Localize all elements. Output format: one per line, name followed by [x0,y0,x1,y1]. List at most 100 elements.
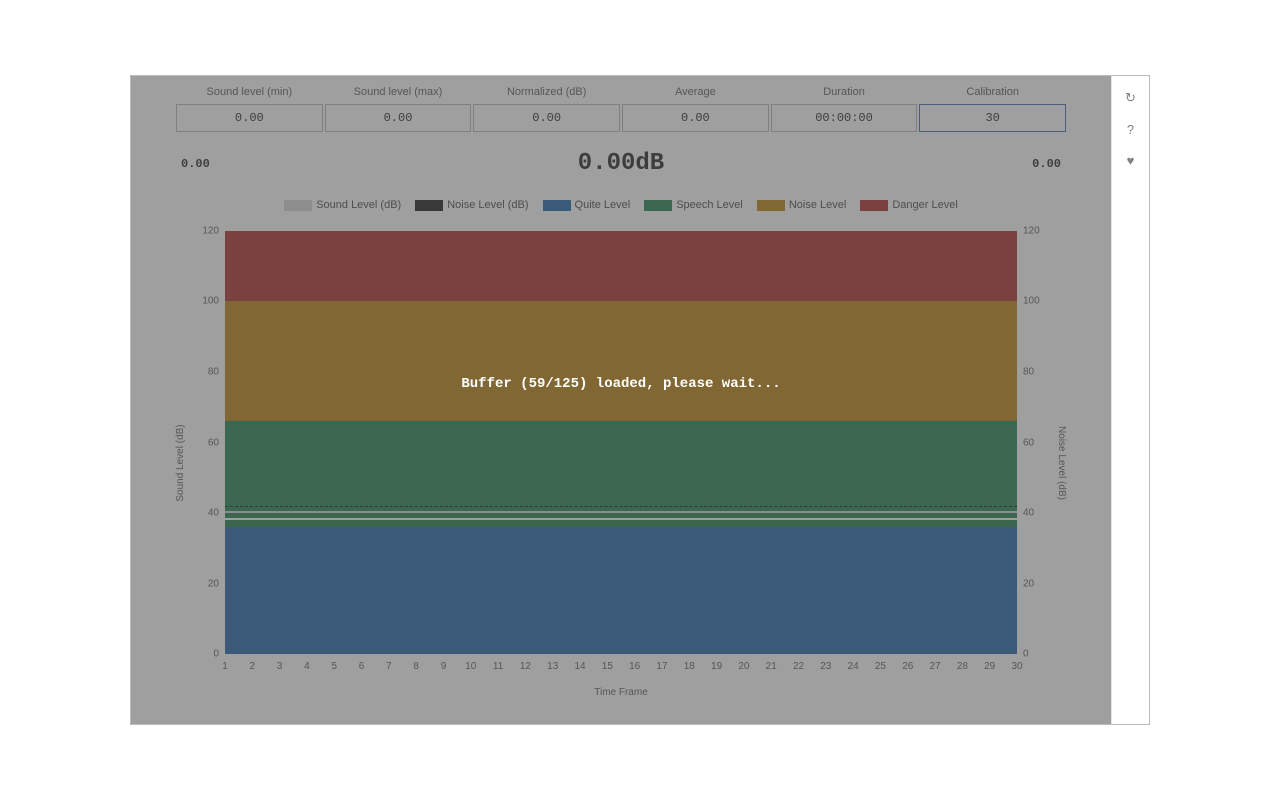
xtick: 26 [902,661,913,672]
ytick: 100 [197,296,219,307]
legend-quiet-label: Quite Level [575,199,631,211]
x-axis-label: Time Frame [594,687,648,698]
xtick: 6 [359,661,365,672]
legend-speech-label: Speech Level [676,199,743,211]
legend-quiet[interactable]: Quite Level [543,199,631,211]
xtick: 14 [574,661,585,672]
xtick: 17 [656,661,667,672]
stat-normalized: Normalized (dB) 0.00 [473,86,620,132]
stat-calibration-label: Calibration [919,86,1066,104]
help-icon[interactable]: ? [1127,122,1134,137]
y-axis-left-label: Sound Level (dB) [175,424,186,501]
legend-noisel[interactable]: Noise Level [757,199,846,211]
ytick-right: 40 [1023,507,1045,518]
xtick: 3 [277,661,283,672]
legend-sound[interactable]: Sound Level (dB) [284,199,401,211]
legend-speech[interactable]: Speech Level [644,199,743,211]
stat-normalized-value: 0.00 [473,104,620,132]
reading-center: 0.00dB [578,150,664,177]
legend-quiet-swatch [543,200,571,211]
app-frame: Sound level (min) 0.00 Sound level (max)… [130,75,1150,725]
main-panel: Sound level (min) 0.00 Sound level (max)… [131,76,1111,724]
xtick: 23 [820,661,831,672]
chart: Sound Level (dB) Noise Level (dB) Time F… [181,231,1061,694]
stat-normalized-label: Normalized (dB) [473,86,620,104]
series-noise-line [225,506,1017,507]
xtick: 2 [250,661,256,672]
sidebar: ↻ ? ♥ [1111,76,1149,724]
legend-sound-label: Sound Level (dB) [316,199,401,211]
legend-sound-swatch [284,200,312,211]
xtick: 9 [441,661,447,672]
xtick: 11 [493,661,503,672]
series-sound-line-shadow [225,511,1017,513]
xtick: 12 [520,661,531,672]
ytick-right: 120 [1023,226,1045,237]
stat-min: Sound level (min) 0.00 [176,86,323,132]
stat-duration: Duration 00:00:00 [771,86,918,132]
plot-area: 0020204040606080801001001201201234567891… [225,231,1017,654]
xtick: 24 [848,661,859,672]
legend-noisel-label: Noise Level [789,199,846,211]
legend-noise-swatch [415,200,443,211]
xtick: 5 [331,661,337,672]
ytick: 20 [197,578,219,589]
legend-noisel-swatch [757,200,785,211]
xtick: 20 [738,661,749,672]
stat-average-value: 0.00 [622,104,769,132]
xtick: 4 [304,661,310,672]
ytick: 60 [197,437,219,448]
xtick: 15 [602,661,613,672]
xtick: 13 [547,661,558,672]
plot-inner: 0020204040606080801001001201201234567891… [225,231,1017,654]
ytick-right: 20 [1023,578,1045,589]
legend-noise-label: Noise Level (dB) [447,199,528,211]
ytick: 120 [197,226,219,237]
legend-danger[interactable]: Danger Level [860,199,957,211]
ytick: 40 [197,507,219,518]
stat-duration-label: Duration [771,86,918,104]
xtick: 21 [766,661,777,672]
ytick: 80 [197,366,219,377]
xtick: 10 [465,661,476,672]
xtick: 8 [413,661,419,672]
xtick: 28 [957,661,968,672]
xtick: 30 [1011,661,1022,672]
stat-calibration: Calibration 30 [919,86,1066,132]
legend-danger-label: Danger Level [892,199,957,211]
readings-row: 0.00 0.00dB 0.00 [131,132,1111,177]
xtick: 29 [984,661,995,672]
ytick-right: 0 [1023,649,1045,660]
band-danger-level [225,231,1017,301]
ytick-right: 80 [1023,366,1045,377]
stat-average: Average 0.00 [622,86,769,132]
legend-noise[interactable]: Noise Level (dB) [415,199,528,211]
legend-speech-swatch [644,200,672,211]
stat-max-value: 0.00 [325,104,472,132]
calibration-input[interactable]: 30 [919,104,1066,132]
reading-right: 0.00 [1032,157,1061,171]
y-axis-right-label: Noise Level (dB) [1056,426,1067,500]
stat-average-label: Average [622,86,769,104]
xtick: 7 [386,661,392,672]
xtick: 16 [629,661,640,672]
xtick: 25 [875,661,886,672]
band-quite-level [225,527,1017,654]
chart-legend: Sound Level (dB) Noise Level (dB) Quite … [131,177,1111,217]
reading-left: 0.00 [181,157,210,171]
legend-danger-swatch [860,200,888,211]
heart-icon[interactable]: ♥ [1127,153,1135,168]
ytick-right: 60 [1023,437,1045,448]
stat-min-label: Sound level (min) [176,86,323,104]
ytick: 0 [197,649,219,660]
stat-duration-value: 00:00:00 [771,104,918,132]
stat-max-label: Sound level (max) [325,86,472,104]
band-noise-level [225,301,1017,421]
stat-max: Sound level (max) 0.00 [325,86,472,132]
xtick: 18 [684,661,695,672]
refresh-icon[interactable]: ↻ [1125,90,1136,106]
stats-row: Sound level (min) 0.00 Sound level (max)… [131,76,1111,132]
xtick: 1 [222,661,228,672]
series-sound-line [225,518,1017,520]
xtick: 22 [793,661,804,672]
